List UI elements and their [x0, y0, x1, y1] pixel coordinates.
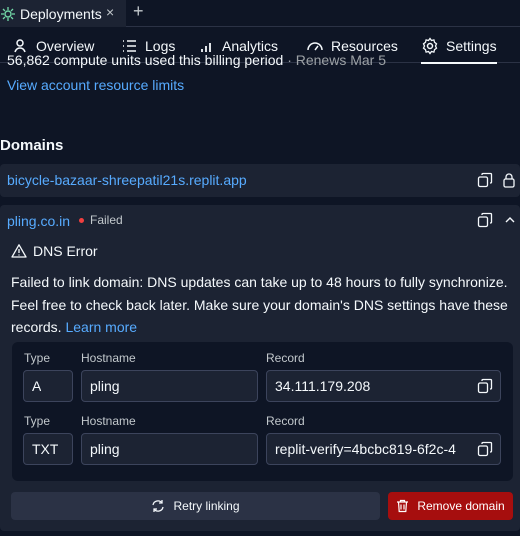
dns-records-panel: Type Hostname Record A pling 34.111.179.… — [12, 342, 513, 481]
hostname-value: pling — [90, 441, 120, 457]
type-label: Type — [24, 414, 51, 428]
record-label: Record — [266, 351, 305, 365]
remove-domain-label: Remove domain — [417, 499, 505, 513]
resource-limits-link[interactable]: View account resource limits — [7, 77, 184, 93]
custom-domain-link[interactable]: pling.co.in — [7, 213, 70, 229]
hostname-label: Hostname — [81, 414, 136, 428]
retry-linking-button[interactable]: Retry linking — [11, 492, 380, 520]
record-value-field[interactable]: 34.111.179.208 — [266, 370, 501, 402]
record-type-value: A — [32, 378, 42, 394]
custom-domain-card: pling.co.in Failed DNS Error Failed to l… — [0, 205, 520, 531]
record-type-field[interactable]: TXT — [23, 433, 73, 465]
dns-error-message: Failed to link domain: DNS updates can t… — [11, 271, 516, 339]
primary-domain-link[interactable]: bicycle-bazaar-shreepatil21s.replit.app — [7, 172, 247, 188]
record-value-field[interactable]: replit-verify=4bcbc819-6f2c-4 — [266, 433, 501, 465]
copy-icon[interactable] — [477, 441, 493, 457]
add-tab-icon[interactable]: + — [133, 1, 144, 22]
learn-more-link[interactable]: Learn more — [65, 319, 137, 335]
gear-icon — [422, 36, 438, 55]
dns-error-label: DNS Error — [33, 243, 98, 259]
status-badge: Failed — [79, 213, 123, 227]
usage-summary: 56,862 compute units used this billing p… — [7, 52, 386, 68]
record-label: Record — [266, 414, 305, 428]
tab-deployments[interactable]: Deployments × — [0, 0, 126, 27]
primary-domain-card: bicycle-bazaar-shreepatil21s.replit.app — [0, 164, 520, 197]
close-icon[interactable]: × — [106, 4, 114, 20]
status-dot-icon — [79, 217, 84, 223]
dns-error-title: DNS Error — [11, 243, 98, 259]
trash-icon — [397, 499, 409, 513]
remove-domain-button[interactable]: Remove domain — [388, 492, 513, 520]
tab-bar: Deployments × + — [0, 0, 520, 27]
usage-text: 56,862 compute units used this billing p… — [7, 52, 284, 68]
chevron-up-icon[interactable] — [502, 212, 518, 228]
hostname-value: pling — [90, 378, 120, 394]
status-label: Failed — [90, 213, 123, 227]
tab-label: Deployments — [20, 5, 102, 22]
refresh-icon — [152, 500, 165, 512]
nav-settings-label: Settings — [446, 37, 497, 54]
record-type-field[interactable]: A — [23, 370, 73, 402]
copy-icon[interactable] — [477, 172, 493, 188]
domains-heading: Domains — [0, 137, 64, 154]
hostname-field[interactable]: pling — [81, 370, 258, 402]
record-value: 34.111.179.208 — [275, 378, 371, 394]
lock-icon — [503, 173, 515, 188]
nav-settings[interactable]: Settings — [421, 28, 497, 64]
copy-icon[interactable] — [477, 378, 493, 394]
record-value: replit-verify=4bcbc819-6f2c-4 — [275, 441, 456, 457]
type-label: Type — [24, 351, 51, 365]
copy-icon[interactable] — [477, 212, 493, 228]
record-type-value: TXT — [32, 441, 59, 457]
retry-linking-label: Retry linking — [173, 499, 240, 513]
warning-icon — [11, 244, 27, 258]
deployments-icon — [1, 6, 15, 21]
hostname-field[interactable]: pling — [81, 433, 258, 465]
usage-renew: · Renews Mar 5 — [287, 52, 386, 68]
hostname-label: Hostname — [81, 351, 136, 365]
